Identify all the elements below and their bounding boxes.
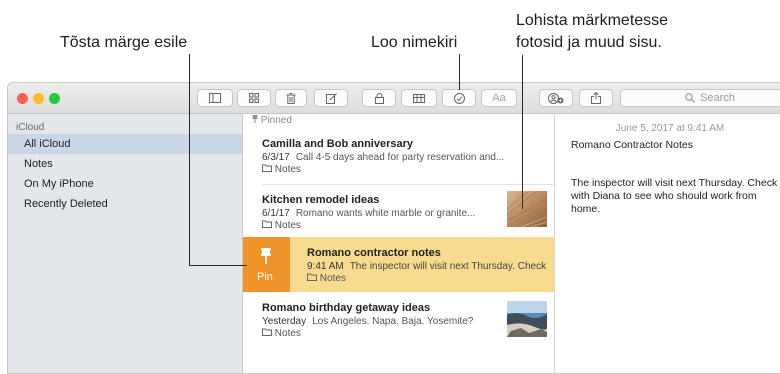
notes-list: Pinned Camilla and Bob anniversary 6/3/1…	[243, 114, 555, 373]
note-title: Romano contractor notes	[307, 247, 441, 259]
pin-icon	[261, 248, 271, 264]
sidebar-section-icloud: iCloud	[16, 122, 45, 133]
pin-icon	[252, 115, 258, 123]
sidebar-item-on-my-iphone[interactable]: On My iPhone	[8, 174, 242, 194]
sidebar-icon	[209, 93, 221, 103]
grid-icon	[249, 93, 259, 103]
folders-sidebar: iCloud All iCloud Notes On My iPhone Rec…	[8, 114, 243, 373]
new-note-button[interactable]	[314, 89, 348, 107]
note-date-preview: 9:41 AM The inspector will visit next Thu…	[307, 261, 546, 272]
close-window-button[interactable]	[17, 93, 28, 104]
insert-table-button[interactable]	[401, 89, 437, 107]
note-body-title: Romano Contractor Notes	[571, 139, 693, 151]
pinned-label: Pinned	[260, 115, 292, 126]
checkmark-circle-icon	[453, 92, 465, 104]
note-title: Camilla and Bob anniversary	[262, 138, 413, 150]
add-people-icon	[548, 92, 564, 104]
note-preview: Los Angeles. Napa. Baja. Yosemite?	[312, 316, 474, 327]
callout-drag-media-line2: fotosid ja muud sisu.	[516, 34, 662, 51]
note-editor[interactable]: June 5, 2017 at 9:41 AM Romano Contracto…	[555, 114, 780, 373]
note-date-preview: Yesterday Los Angeles. Napa. Baja. Yosemi…	[262, 316, 473, 327]
delete-note-button[interactable]	[275, 89, 307, 107]
leader-line-media	[522, 55, 523, 209]
note-date: 9:41 AM	[307, 261, 344, 272]
note-thumbnail-coast	[507, 301, 547, 337]
search-placeholder: Search	[700, 92, 735, 104]
note-preview: Romano wants white marble or granite...	[295, 208, 476, 219]
note-row[interactable]: Kitchen remodel ideas 6/1/17 Romano wants…	[243, 184, 554, 238]
note-title: Kitchen remodel ideas	[262, 194, 380, 206]
leader-line-highlight-horizontal	[189, 265, 247, 266]
note-row[interactable]: Camilla and Bob anniversary 6/3/17 Call 4…	[243, 128, 554, 184]
folder-icon	[262, 328, 272, 336]
search-icon	[685, 93, 695, 103]
note-date: 6/3/17	[262, 152, 290, 163]
note-folder: Notes	[307, 273, 346, 284]
pin-action-label: Pin	[257, 271, 273, 283]
sidebar-item-all-icloud[interactable]: All iCloud	[8, 134, 242, 154]
add-people-button[interactable]	[539, 89, 573, 107]
compose-icon	[325, 92, 337, 104]
note-row[interactable]: Romano birthday getaway ideas Yesterday L…	[243, 292, 554, 352]
note-preview: The inspector will visit next Thursday. …	[349, 261, 547, 272]
note-timestamp: June 5, 2017 at 9:41 AM	[615, 123, 725, 134]
pin-action-button[interactable]: Pin	[243, 237, 290, 292]
toggle-sidebar-button[interactable]	[197, 89, 233, 107]
share-button[interactable]	[579, 89, 613, 107]
folder-icon	[262, 164, 272, 172]
folder-icon	[307, 273, 317, 281]
note-thumbnail-wood	[507, 191, 547, 227]
note-folder: Notes	[262, 164, 301, 175]
note-folder: Notes	[262, 328, 301, 339]
lock-icon	[374, 92, 384, 104]
note-folder-label: Notes	[274, 164, 301, 175]
highlighted-note-row[interactable]: Pin Romano contractor notes 9:41 AM The i…	[243, 237, 554, 292]
leader-line-checklist	[459, 54, 460, 90]
search-field[interactable]: Search	[620, 89, 780, 107]
note-preview: Call 4-5 days ahead for party reservatio…	[295, 152, 505, 163]
sidebar-item-recently-deleted[interactable]: Recently Deleted	[8, 194, 242, 214]
note-body-text: The inspector will visit next Thursday. …	[571, 177, 778, 215]
lock-note-button[interactable]	[362, 89, 396, 107]
window-titlebar: Aa Search	[8, 83, 780, 114]
format-text-button[interactable]: Aa	[481, 89, 517, 107]
attachments-browser-button[interactable]	[237, 89, 271, 107]
pinned-section-header: Pinned	[252, 115, 292, 126]
notes-window: Aa Search iCloud All iCloud Notes On My …	[7, 82, 780, 374]
trash-icon	[286, 92, 296, 104]
leader-line-highlight	[189, 54, 190, 265]
checklist-button[interactable]	[442, 89, 476, 107]
note-date-preview: 6/1/17 Romano wants white marble or grani…	[262, 208, 475, 219]
minimize-window-button[interactable]	[33, 93, 44, 104]
note-folder-label: Notes	[319, 273, 346, 284]
note-date: Yesterday	[262, 316, 307, 327]
note-date: 6/1/17	[262, 208, 290, 219]
callout-drag-media-line1: Lohista märkmetesse	[516, 12, 669, 29]
folder-icon	[262, 220, 272, 228]
note-folder: Notes	[262, 220, 301, 231]
note-title: Romano birthday getaway ideas	[262, 302, 431, 314]
note-folder-label: Notes	[274, 328, 301, 339]
table-icon	[413, 93, 425, 103]
share-icon	[591, 92, 601, 104]
sidebar-item-notes[interactable]: Notes	[8, 154, 242, 174]
callout-highlight-note: Tõsta märge esile	[60, 34, 188, 51]
callout-create-checklist: Loo nimekiri	[371, 34, 458, 51]
note-folder-label: Notes	[274, 220, 301, 231]
zoom-window-button[interactable]	[49, 93, 60, 104]
note-date-preview: 6/3/17 Call 4-5 days ahead for party rese…	[262, 152, 504, 163]
